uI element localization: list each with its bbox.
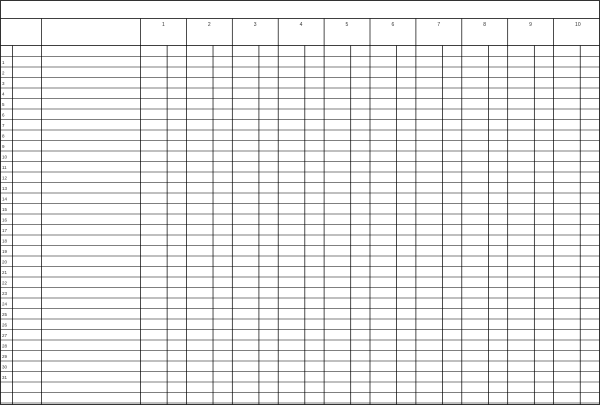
row-number: 6: [2, 113, 5, 118]
row-number: 30: [2, 365, 8, 370]
row-number: 9: [2, 144, 5, 149]
form-border: [0, 0, 600, 405]
column-group-number: 3: [254, 22, 257, 28]
row-number: 25: [2, 312, 8, 317]
row-number: 3: [2, 81, 5, 86]
column-group-number: 2: [208, 22, 211, 28]
column-group-number: 9: [529, 22, 532, 28]
row-number: 24: [2, 302, 8, 307]
row-number: 8: [2, 134, 5, 139]
row-number: 22: [2, 281, 8, 286]
column-group-number: 1: [162, 22, 165, 28]
row-number: 23: [2, 291, 8, 296]
column-group-number: 5: [346, 22, 349, 28]
row-number: 1: [2, 60, 5, 65]
column-group-number: 6: [391, 22, 394, 28]
blank-grid-form: 1 2 3 4 5 6 7 8 9 10 1 2 3 4 5 6 7 8 9 10 11 12 13 14 15 16 17 18 19…: [0, 0, 600, 405]
row-number: 29: [2, 354, 8, 359]
row-number: 14: [2, 197, 8, 202]
row-number: 10: [2, 155, 8, 160]
row-number: 27: [2, 333, 8, 338]
column-group-number: 8: [483, 22, 486, 28]
column-group-number: 10: [575, 22, 581, 28]
row-number: 5: [2, 102, 5, 107]
row-number: 28: [2, 344, 8, 349]
column-group-number: 7: [437, 22, 440, 28]
row-number: 18: [2, 239, 8, 244]
row-number: 2: [2, 71, 5, 76]
row-number: 26: [2, 323, 8, 328]
row-number: 13: [2, 186, 8, 191]
row-number: 21: [2, 270, 8, 275]
grid-canvas: 1 2 3 4 5 6 7 8 9 1012345678910111213141516171819…: [0, 0, 600, 405]
row-number: 20: [2, 260, 8, 265]
row-number: 17: [2, 228, 8, 233]
row-number: 31: [2, 375, 8, 380]
row-number: 11: [2, 165, 7, 170]
row-number: 4: [2, 92, 5, 97]
column-group-number: 4: [300, 22, 303, 28]
row-number: 15: [2, 207, 8, 212]
row-number: 19: [2, 249, 8, 254]
row-number: 7: [2, 123, 5, 128]
row-number: 12: [2, 176, 8, 181]
row-number: 16: [2, 218, 8, 223]
